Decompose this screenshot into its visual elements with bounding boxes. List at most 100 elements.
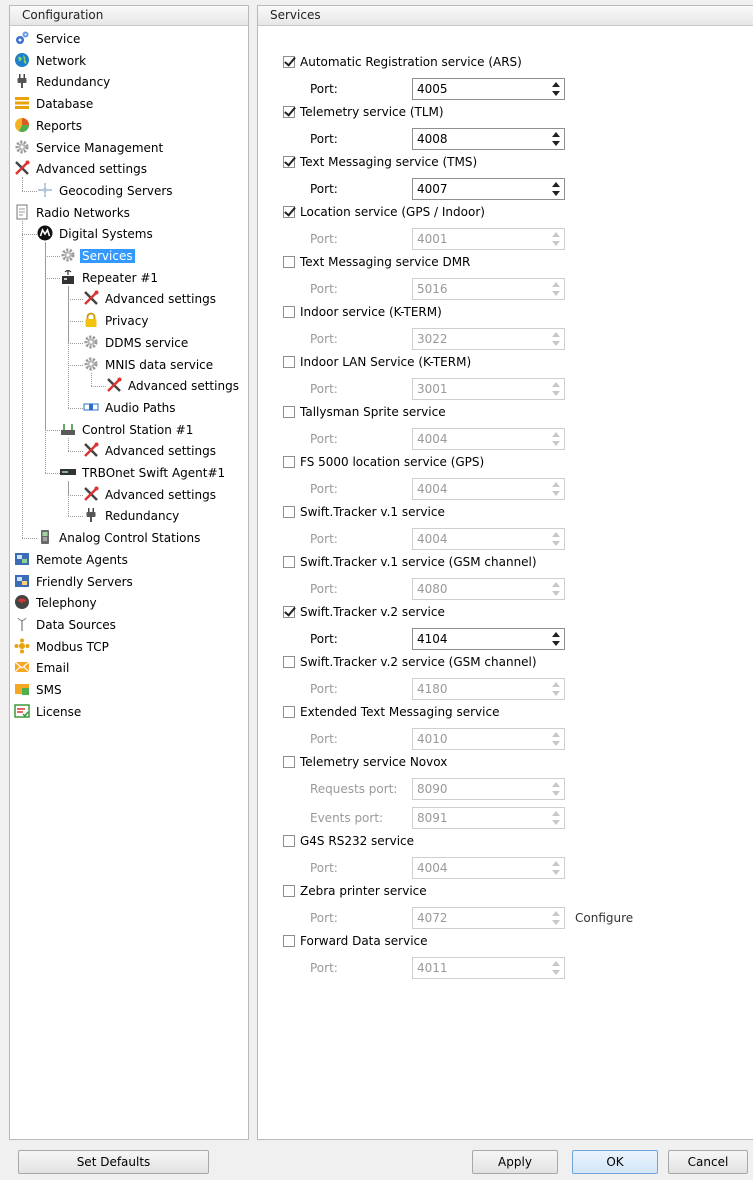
- service-checkbox[interactable]: [283, 706, 295, 718]
- port-stepper[interactable]: 3001: [412, 378, 565, 400]
- port-stepper[interactable]: 8091: [412, 807, 565, 829]
- set-defaults-button[interactable]: Set Defaults: [18, 1150, 209, 1174]
- service-zebra-printer-service-checkbox-row[interactable]: Zebra printer service: [283, 882, 427, 900]
- service-checkbox[interactable]: [283, 456, 295, 468]
- tree-node-friendly-servers[interactable]: Friendly Servers: [14, 572, 135, 592]
- service-checkbox[interactable]: [283, 756, 295, 768]
- port-stepper[interactable]: 4004: [412, 478, 565, 500]
- port-stepper[interactable]: 4008: [412, 128, 565, 150]
- spin-arrows-icon[interactable]: [552, 331, 560, 347]
- service-indoor-lan-service-k-term-checkbox-row[interactable]: Indoor LAN Service (K-TERM): [283, 353, 471, 371]
- spin-arrows-icon[interactable]: [552, 631, 560, 647]
- service-checkbox[interactable]: [283, 206, 295, 218]
- spin-arrows-icon[interactable]: [552, 731, 560, 747]
- spin-arrows-icon[interactable]: [552, 281, 560, 297]
- tree-node-sms[interactable]: SMS: [14, 680, 64, 700]
- service-checkbox[interactable]: [283, 156, 295, 168]
- port-stepper[interactable]: 4011: [412, 957, 565, 979]
- tree-node-redundancy[interactable]: Redundancy: [83, 506, 181, 526]
- spin-arrows-icon[interactable]: [552, 181, 560, 197]
- tree-node-ddms-service[interactable]: DDMS service: [83, 333, 190, 353]
- tree-node-database[interactable]: Database: [14, 94, 95, 114]
- spin-arrows-icon[interactable]: [552, 131, 560, 147]
- port-stepper[interactable]: 4004: [412, 428, 565, 450]
- tree-node-analog-control-stations[interactable]: Analog Control Stations: [37, 528, 202, 548]
- service-checkbox[interactable]: [283, 606, 295, 618]
- tree-node-audio-paths[interactable]: Audio Paths: [83, 398, 178, 418]
- port-stepper[interactable]: 5016: [412, 278, 565, 300]
- tree-node-service[interactable]: Service: [14, 29, 82, 49]
- port-stepper[interactable]: 4104: [412, 628, 565, 650]
- spin-arrows-icon[interactable]: [552, 531, 560, 547]
- port-stepper[interactable]: 4080: [412, 578, 565, 600]
- service-g4s-rs232-service-checkbox-row[interactable]: G4S RS232 service: [283, 832, 414, 850]
- service-swift-tracker-v-1-service-checkbox-row[interactable]: Swift.Tracker v.1 service: [283, 503, 445, 521]
- tree-node-service-management[interactable]: Service Management: [14, 138, 165, 158]
- spin-arrows-icon[interactable]: [552, 431, 560, 447]
- spin-arrows-icon[interactable]: [552, 381, 560, 397]
- service-swift-tracker-v-1-service-gsm-channel-checkbox-row[interactable]: Swift.Tracker v.1 service (GSM channel): [283, 553, 537, 571]
- service-swift-tracker-v-2-service-checkbox-row[interactable]: Swift.Tracker v.2 service: [283, 603, 445, 621]
- tree-node-advanced-settings[interactable]: Advanced settings: [14, 159, 149, 179]
- tree-node-advanced-settings[interactable]: Advanced settings: [83, 485, 218, 505]
- port-stepper[interactable]: 4180: [412, 678, 565, 700]
- port-stepper[interactable]: 4072: [412, 907, 565, 929]
- port-stepper[interactable]: 4004: [412, 857, 565, 879]
- configure-button[interactable]: Configure: [575, 907, 633, 929]
- tree-node-reports[interactable]: Reports: [14, 116, 84, 136]
- port-stepper[interactable]: 4010: [412, 728, 565, 750]
- tree-node-control-station-1[interactable]: Control Station #1: [60, 420, 195, 440]
- service-extended-text-messaging-service-checkbox-row[interactable]: Extended Text Messaging service: [283, 703, 499, 721]
- port-stepper[interactable]: 8090: [412, 778, 565, 800]
- spin-arrows-icon[interactable]: [552, 910, 560, 926]
- tree-node-network[interactable]: Network: [14, 51, 88, 71]
- ok-button[interactable]: OK: [572, 1150, 658, 1174]
- service-checkbox[interactable]: [283, 935, 295, 947]
- service-checkbox[interactable]: [283, 656, 295, 668]
- service-telemetry-service-tlm-checkbox-row[interactable]: Telemetry service (TLM): [283, 103, 444, 121]
- spin-arrows-icon[interactable]: [552, 860, 560, 876]
- spin-arrows-icon[interactable]: [552, 581, 560, 597]
- service-checkbox[interactable]: [283, 885, 295, 897]
- service-text-messaging-service-dmr-checkbox-row[interactable]: Text Messaging service DMR: [283, 253, 470, 271]
- service-forward-data-service-checkbox-row[interactable]: Forward Data service: [283, 932, 428, 950]
- service-checkbox[interactable]: [283, 56, 295, 68]
- spin-arrows-icon[interactable]: [552, 810, 560, 826]
- tree-node-services[interactable]: Services: [60, 246, 135, 266]
- tree-node-radio-networks[interactable]: Radio Networks: [14, 203, 132, 223]
- service-checkbox[interactable]: [283, 306, 295, 318]
- spin-arrows-icon[interactable]: [552, 231, 560, 247]
- port-stepper[interactable]: 4007: [412, 178, 565, 200]
- port-stepper[interactable]: 4005: [412, 78, 565, 100]
- service-checkbox[interactable]: [283, 106, 295, 118]
- port-stepper[interactable]: 3022: [412, 328, 565, 350]
- service-checkbox[interactable]: [283, 835, 295, 847]
- service-checkbox[interactable]: [283, 556, 295, 568]
- cancel-button[interactable]: Cancel: [668, 1150, 748, 1174]
- service-fs-5000-location-service-gps-checkbox-row[interactable]: FS 5000 location service (GPS): [283, 453, 484, 471]
- tree-node-redundancy[interactable]: Redundancy: [14, 72, 112, 92]
- tree-node-telephony[interactable]: Telephony: [14, 593, 99, 613]
- spin-arrows-icon[interactable]: [552, 81, 560, 97]
- tree-node-geocoding-servers[interactable]: Geocoding Servers: [37, 181, 175, 201]
- tree-node-advanced-settings[interactable]: Advanced settings: [106, 376, 241, 396]
- service-checkbox[interactable]: [283, 256, 295, 268]
- port-stepper[interactable]: 4004: [412, 528, 565, 550]
- service-checkbox[interactable]: [283, 356, 295, 368]
- tree-node-mnis-data-service[interactable]: MNIS data service: [83, 355, 215, 375]
- service-telemetry-service-novox-checkbox-row[interactable]: Telemetry service Novox: [283, 753, 447, 771]
- spin-arrows-icon[interactable]: [552, 781, 560, 797]
- tree-node-advanced-settings[interactable]: Advanced settings: [83, 441, 218, 461]
- service-text-messaging-service-tms-checkbox-row[interactable]: Text Messaging service (TMS): [283, 153, 477, 171]
- spin-arrows-icon[interactable]: [552, 681, 560, 697]
- spin-arrows-icon[interactable]: [552, 481, 560, 497]
- service-automatic-registration-service-ars-checkbox-row[interactable]: Automatic Registration service (ARS): [283, 53, 522, 71]
- tree-node-modbus-tcp[interactable]: Modbus TCP: [14, 637, 111, 657]
- tree-node-email[interactable]: Email: [14, 658, 71, 678]
- port-stepper[interactable]: 4001: [412, 228, 565, 250]
- tree-node-data-sources[interactable]: Data Sources: [14, 615, 118, 635]
- service-location-service-gps-indoor-checkbox-row[interactable]: Location service (GPS / Indoor): [283, 203, 485, 221]
- service-tallysman-sprite-service-checkbox-row[interactable]: Tallysman Sprite service: [283, 403, 446, 421]
- tree-node-privacy[interactable]: Privacy: [83, 311, 150, 331]
- service-indoor-service-k-term-checkbox-row[interactable]: Indoor service (K-TERM): [283, 303, 442, 321]
